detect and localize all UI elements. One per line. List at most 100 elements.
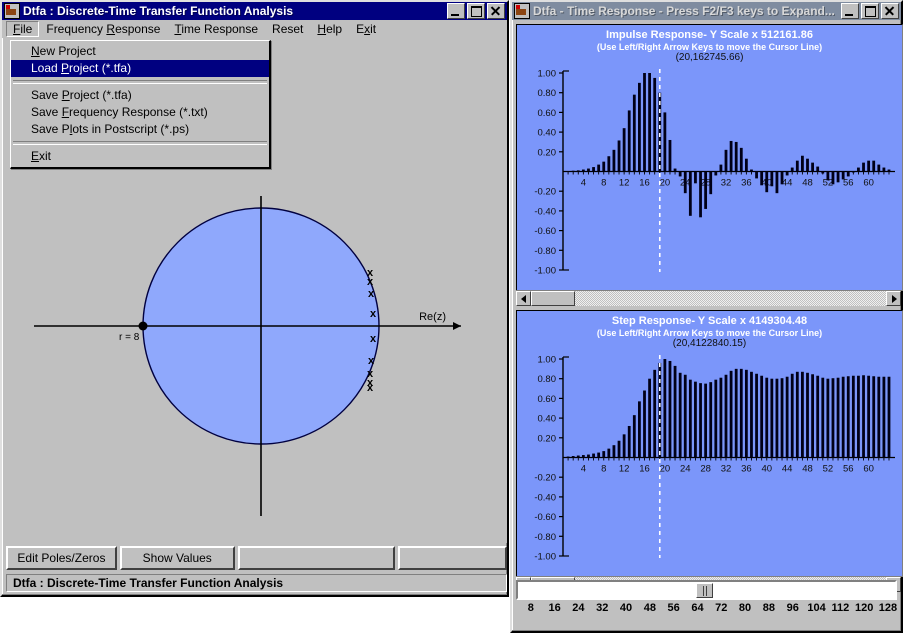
show-values-button[interactable]: Show Values	[119, 546, 235, 570]
bar	[597, 164, 601, 172]
edit-poles-zeros-button[interactable]: Edit Poles/Zeros	[6, 546, 117, 570]
impulse-response-chart[interactable]: Impulse Response- Y Scale x 512161.86 (U…	[516, 24, 903, 291]
menubar-item-help[interactable]: Help	[310, 21, 349, 37]
impulse-scroll-track[interactable]	[531, 291, 886, 306]
impulse-scroll-left-button[interactable]	[516, 291, 531, 306]
bar	[765, 171, 769, 193]
impulse-hscrollbar[interactable]	[516, 290, 901, 306]
bar	[734, 368, 738, 458]
bar	[734, 141, 738, 172]
file-menu-dropdown[interactable]: New Project Load Project (*.tfa) Save Proj…	[10, 40, 271, 169]
bar	[622, 128, 626, 172]
step-response-chart[interactable]: Step Response- Y Scale x 4149304.48 (Use…	[516, 310, 903, 577]
x-tick-label: 40	[761, 464, 772, 475]
menubar-item-time-response[interactable]: Time Response	[167, 21, 265, 37]
y-tick-label: 0.80	[538, 88, 557, 99]
bar	[775, 171, 779, 194]
impulse-scroll-thumb[interactable]	[531, 291, 575, 306]
x-tick-label: 12	[619, 178, 630, 189]
statusbar: Dtfa : Discrete-Time Transfer Function A…	[6, 574, 507, 592]
app-icon	[514, 3, 530, 19]
y-tick-label: 0.40	[538, 414, 557, 425]
action-button-row: Edit Poles/Zeros Show Values	[6, 545, 508, 571]
menubar-item-reset[interactable]: Reset	[265, 21, 310, 37]
file-menu-item-2[interactable]: Save Project (*.tfa)	[11, 87, 269, 104]
bar	[592, 167, 595, 172]
bar	[602, 161, 606, 172]
minimize-button[interactable]	[447, 3, 465, 19]
minimize-icon	[845, 14, 853, 16]
bar	[750, 371, 753, 458]
bar	[816, 375, 820, 458]
pole-marker: x	[368, 288, 375, 300]
bar	[739, 368, 743, 458]
close-button[interactable]	[487, 3, 505, 19]
minimize-button[interactable]	[841, 3, 859, 19]
bar	[836, 171, 840, 183]
bar	[826, 171, 830, 181]
y-tick-label: 1.00	[538, 355, 557, 366]
y-tick-label: 0.60	[538, 108, 557, 119]
close-button[interactable]	[881, 3, 899, 19]
blank-button-1[interactable]	[237, 546, 396, 570]
pole-marker: x	[367, 382, 374, 394]
bar	[683, 374, 687, 458]
maximize-icon	[471, 6, 482, 17]
menubar-item-frequency-response[interactable]: Frequency Response	[39, 21, 167, 37]
file-menu-item-3[interactable]: Save Frequency Response (*.txt)	[11, 104, 269, 121]
dtfa-main-window: Dtfa : Discrete-Time Transfer Function A…	[0, 0, 509, 597]
bar	[638, 401, 641, 458]
bar	[851, 375, 855, 458]
bar	[877, 376, 881, 458]
bar	[571, 456, 575, 458]
blank-button-2[interactable]	[398, 546, 508, 570]
x-tick-label: 4	[581, 464, 586, 475]
bar	[587, 454, 590, 458]
bar	[816, 166, 820, 172]
maximize-button[interactable]	[467, 3, 485, 19]
bar	[673, 168, 677, 172]
impulse-cursor-readout: (20,162745.66)	[675, 52, 744, 63]
maximize-button[interactable]	[861, 3, 879, 19]
bar	[607, 156, 611, 172]
impulse-scroll-right-button[interactable]	[886, 291, 901, 306]
bar	[581, 455, 585, 458]
bar	[821, 171, 825, 174]
slider-tick-88: 88	[762, 602, 776, 614]
bar	[617, 440, 621, 458]
x-tick-label: 60	[863, 178, 874, 189]
bar	[811, 374, 814, 458]
file-menu-item-0[interactable]: New Project	[11, 43, 269, 60]
length-range-slider[interactable]: 8 16 24 32 40 48 56 64 72 80 88 96 104 112 120 128	[516, 580, 897, 628]
slider-thumb[interactable]	[695, 583, 713, 598]
slider-tick-40: 40	[619, 602, 633, 614]
y-tick-label: -1.00	[534, 552, 556, 563]
y-tick-label: 0.40	[538, 128, 557, 139]
right-window-titlebar[interactable]: Dtfa - Time Response - Press F2/F3 keys …	[512, 2, 901, 20]
arrow-left-icon	[520, 294, 526, 303]
slider-track[interactable]	[516, 580, 897, 600]
bar	[622, 434, 626, 458]
bar	[653, 369, 657, 458]
bar	[831, 171, 835, 185]
real-axis-label: Re(z)	[419, 311, 446, 323]
file-menu-item-4[interactable]: Save Plots in Postscript (*.ps)	[11, 121, 269, 138]
bar	[688, 379, 692, 458]
y-tick-label: -0.20	[534, 473, 556, 484]
bar	[643, 73, 646, 172]
bar	[699, 171, 702, 218]
bar	[801, 155, 804, 172]
menubar-item-file[interactable]: File	[6, 20, 40, 37]
bar	[867, 375, 871, 458]
bar	[678, 372, 682, 458]
bar	[882, 376, 886, 458]
bar	[627, 425, 631, 458]
file-menu-item-1[interactable]: Load Project (*.tfa)	[11, 60, 269, 77]
left-window-titlebar[interactable]: Dtfa : Discrete-Time Transfer Function A…	[2, 2, 507, 20]
bar	[785, 376, 789, 458]
bar	[673, 365, 677, 458]
bar	[857, 167, 860, 172]
menubar-item-exit[interactable]: Exit	[349, 21, 383, 37]
file-menu-item-5[interactable]: Exit	[11, 148, 269, 165]
y-tick-label: -0.40	[534, 492, 556, 503]
